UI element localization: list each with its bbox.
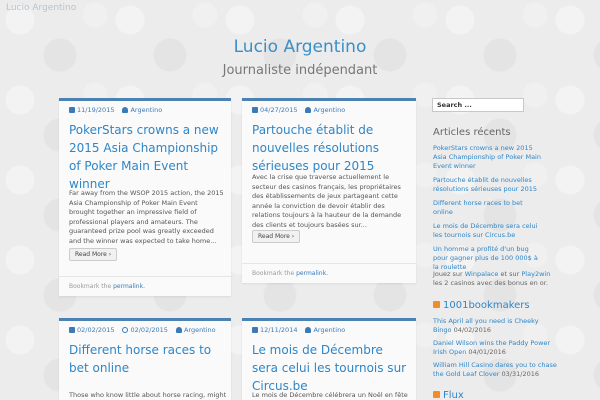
permalink-link[interactable]: permalink.	[113, 283, 145, 290]
post-date[interactable]: 02/02/2015	[77, 326, 114, 334]
calendar-icon	[252, 327, 258, 333]
post-card: 11/19/2015 Argentino PokerStars crowns a …	[59, 98, 231, 296]
post-date[interactable]: 04/27/2015	[260, 106, 297, 114]
post-excerpt: Those who know little about horse racing…	[69, 391, 227, 399]
calendar-icon	[69, 107, 75, 113]
post-meta: 11/19/2015 Argentino	[69, 106, 162, 114]
rss-item: This April all you need is Cheeky Bingo …	[433, 317, 558, 335]
user-icon	[175, 327, 182, 333]
rss-item-date: 03/31/2016	[501, 370, 539, 378]
rss-item: Daniel Wilson wins the Paddy Power Irish…	[433, 339, 558, 357]
site-title[interactable]: Lucio Argentino	[0, 37, 600, 57]
rss-widget-title[interactable]: 1001bookmakers	[433, 300, 530, 311]
post-card: 12/11/2014 Argentino Le mois de Décembre …	[242, 318, 416, 400]
recent-post-link[interactable]: Le mois de Décembre sera celui les tourn…	[433, 222, 543, 240]
rss-widget-title-2[interactable]: Flux	[433, 390, 464, 400]
post-excerpt: Le mois de Décembre célébrera un Noël en…	[252, 391, 408, 399]
post-title[interactable]: PokerStars crowns a new 2015 Asia Champi…	[69, 121, 224, 193]
post-card: 04/27/2015 Argentino Partouche établit de…	[242, 98, 416, 283]
read-more-button[interactable]: Read More ›	[69, 248, 118, 261]
play2win-link[interactable]: Play2win	[521, 270, 550, 278]
post-meta: 02/02/2015 02/02/2015 Argentino	[69, 326, 216, 334]
calendar-icon	[69, 327, 75, 333]
recent-posts-title: Articles récents	[433, 127, 511, 138]
recent-post-link[interactable]: Different horse races to bet online	[433, 199, 543, 217]
promo-suffix: les 2 casinos avec des bonus en or.	[433, 279, 548, 287]
post-date[interactable]: 11/19/2015	[77, 106, 114, 114]
post-meta: 12/11/2014 Argentino	[252, 326, 345, 334]
recent-post-link[interactable]: Un homme a profité d'un bug pour gagner …	[433, 245, 543, 272]
footer-text: Bookmark the	[252, 270, 295, 277]
search-input[interactable]: Search ...	[432, 98, 524, 112]
post-author[interactable]: Argentino	[184, 326, 216, 334]
post-footer: Bookmark the permalink.	[242, 263, 416, 283]
post-meta: 04/27/2015 Argentino	[252, 106, 345, 114]
site-description: Journaliste indépendant	[222, 63, 378, 78]
user-icon	[305, 107, 312, 113]
post-title[interactable]: Partouche établit de nouvelles résolutio…	[252, 121, 412, 175]
user-icon	[122, 107, 129, 113]
post-author[interactable]: Argentino	[130, 106, 162, 114]
rss-title-label: Flux	[443, 390, 464, 400]
rss-title-label: 1001bookmakers	[443, 300, 530, 311]
promo-text: Jouez sur Winpalace et sur Play2win les …	[433, 270, 553, 288]
recent-post-link[interactable]: PokerStars crowns a new 2015 Asia Champi…	[433, 144, 543, 171]
post-title[interactable]: Different horse races to bet online	[69, 341, 219, 377]
read-more-label: Read More	[258, 233, 290, 240]
read-more-label: Read More	[75, 251, 107, 258]
winpalace-link[interactable]: Winpalace	[465, 270, 499, 278]
post-excerpt: Avec la crise que traverse actuellement …	[252, 173, 402, 229]
post-author[interactable]: Argentino	[313, 106, 345, 114]
rss-icon	[433, 301, 440, 308]
promo-prefix: Jouez sur	[433, 270, 463, 278]
rss-feed-list: This April all you need is Cheeky Bingo …	[433, 317, 558, 383]
rss-item-date: 04/01/2016	[468, 348, 506, 356]
post-card: 02/02/2015 02/02/2015 Argentino Different …	[59, 318, 231, 400]
rss-item: William Hill Casino dares you to chase t…	[433, 361, 558, 379]
calendar-icon	[252, 107, 258, 113]
post-updated-date: 02/02/2015	[130, 326, 168, 334]
post-author[interactable]: Argentino	[313, 326, 345, 334]
permalink-link[interactable]: permalink.	[296, 270, 328, 277]
promo-mid: et sur	[500, 270, 520, 278]
updated-icon	[122, 327, 129, 333]
rss-icon	[433, 391, 440, 398]
recent-posts-list: PokerStars crowns a new 2015 Asia Champi…	[433, 144, 543, 277]
post-title[interactable]: Le mois de Décembre sera celui les tourn…	[252, 341, 412, 395]
rss-item-date: 04/02/2016	[453, 326, 492, 334]
recent-post-link[interactable]: Partouche établit de nouvelles résolutio…	[433, 176, 543, 194]
topbar-site-title[interactable]: Lucio Argentino	[6, 3, 76, 13]
post-date[interactable]: 12/11/2014	[260, 326, 297, 334]
user-icon	[305, 327, 312, 333]
post-footer: Bookmark the permalink.	[59, 276, 231, 296]
footer-text: Bookmark the	[69, 283, 112, 290]
post-excerpt: Far away from the WSOP 2015 action, the …	[69, 189, 224, 245]
top-bar: Lucio Argentino	[0, 0, 600, 22]
read-more-button[interactable]: Read More ›	[252, 230, 301, 243]
